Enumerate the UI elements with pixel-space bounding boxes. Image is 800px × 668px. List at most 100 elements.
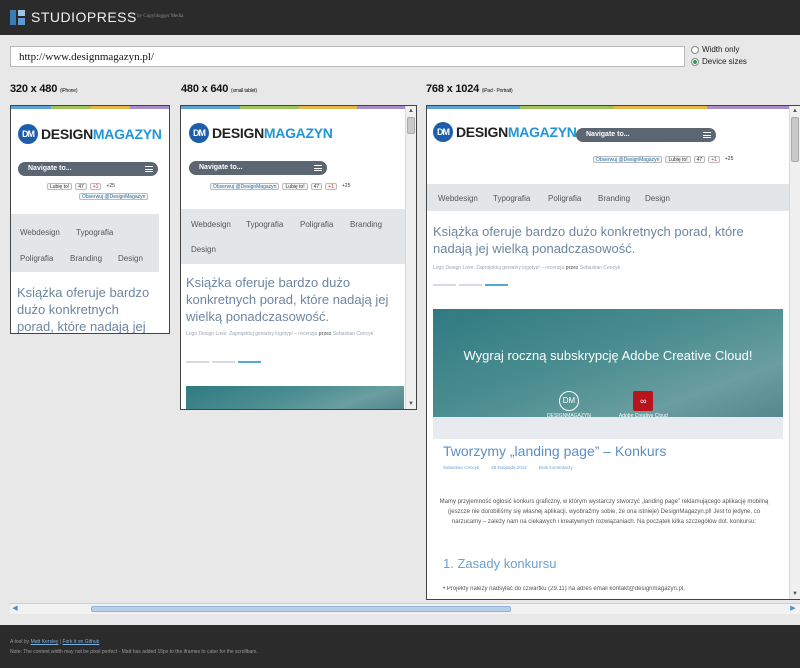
device-name: (small tablet) [231,88,257,94]
device-name: (iPhone) [60,88,78,94]
slider-indicator[interactable] [433,284,508,286]
device-size: 768 x 1024 [426,83,480,95]
banner-logos: DM DESIGNMAGAZYN ∞ Adobe Creative Cloud [547,391,668,419]
radio-dot[interactable] [691,45,699,54]
app-subtitle: by Copyblogger Media [137,14,184,19]
horizontal-scrollbar[interactable]: ◀ ▶ [10,603,800,614]
twitter-follow-button[interactable]: Obserwuj @DesignMagazyn [593,156,663,163]
radio-width-only[interactable]: Width only [691,45,739,54]
site-logo[interactable]: DM DESIGNMAGAZYN [433,122,577,142]
dm-logo-icon: DM [433,122,453,142]
gplus-button[interactable]: +1 [89,183,102,190]
matt-kersley-link[interactable]: Matt Kersley [31,639,59,645]
gplus-button[interactable]: +1 [708,156,720,163]
studiopress-logo-icon [10,10,25,25]
github-link[interactable]: Fork it on Github [62,639,99,645]
site-logo[interactable]: DM DESIGNMAGAZYN [189,123,333,143]
navigate-dropdown[interactable]: Navigate to... [18,162,158,176]
article-lead[interactable]: Książka oferuje bardzo dużo konkretnych … [17,284,157,333]
post-title[interactable]: Tworzymy „landing page” – Konkurs [443,443,666,459]
site-logo-text: DESIGNMAGAZYN [41,126,162,142]
banner-logo-adobe: ∞ Adobe Creative Cloud [619,391,668,419]
post-meta: Sebastian Cencyk 26 listopada 2012 Brak … [443,465,573,470]
device-name: (iPad - Portrait) [481,88,513,94]
article-meta: Logo Design Love: Zaprojektuj genialny l… [186,331,374,337]
post-author[interactable]: Sebastian Cencyk [443,465,479,470]
menu-item-design[interactable]: Design [645,194,670,203]
dm-logo-icon: DM [189,123,209,143]
url-input[interactable] [11,47,684,67]
footer: A tool by Matt Kersley | Fork it on Gith… [0,625,800,668]
radio-label: Width only [702,45,740,54]
like-count: 47 [693,156,706,163]
footer-note: Note: The content width may not be pixel… [10,649,258,655]
footer-credits: A tool by Matt Kersley | Fork it on Gith… [10,639,100,645]
radio-device-sizes[interactable]: Device sizes [691,57,747,66]
menu-item-typografia[interactable]: Typografia [493,194,530,203]
device-size: 320 x 480 [10,83,58,95]
radio-dot-selected[interactable] [691,57,699,66]
social-buttons: Lubię to! 47 +1 +25 [47,183,117,190]
iframe-ipad[interactable]: DM DESIGNMAGAZYN Navigate to... Obserwuj… [426,105,800,600]
social-buttons: Obserwuj @DesignMagazyn Lubię to! 47 +1 … [593,156,735,163]
social-buttons: Obserwuj @DesignMagazyn Lubię to! 47 +1 … [210,183,352,190]
article-lead[interactable]: Książka oferuje bardzo dużo konkretnych … [186,274,404,325]
facebook-like-button[interactable]: Lubię to! [282,183,308,190]
banner-logo-dm: DM DESIGNMAGAZYN [547,391,591,419]
device-label-iphone: 320 x 480 (iPhone) [10,83,78,95]
article-lead[interactable]: Książka oferuje bardzo dużo konkretnych … [433,223,783,257]
navigate-dropdown[interactable]: Navigate to... [189,161,327,175]
app-title[interactable]: STUDIOPRESS [31,9,137,25]
gplus-button[interactable]: +1 [325,183,337,190]
site-logo[interactable]: DM DESIGNMAGAZYN [18,124,162,144]
menu-item-design[interactable]: Design [191,245,216,254]
scroll-up-icon[interactable]: ▲ [790,106,800,116]
site-logo-text: DESIGNMAGAZYN [212,125,333,141]
url-field[interactable] [10,46,685,67]
device-label-small-tablet: 480 x 640 (small tablet) [181,83,257,95]
scroll-thumb[interactable] [791,117,799,162]
gplus-count: +25 [106,183,115,189]
menu-item-webdesign[interactable]: Webdesign [438,194,478,203]
device-label-ipad: 768 x 1024 (iPad - Portrait) [426,83,513,95]
vertical-scrollbar[interactable]: ▲ ▼ [405,106,416,409]
scroll-down-icon[interactable]: ▼ [406,399,416,409]
twitter-follow-button[interactable]: Obserwuj @DesignMagazyn [210,183,280,190]
iframe-iphone[interactable]: DM DESIGNMAGAZYN Navigate to... Lubię to… [10,105,170,334]
promo-banner[interactable] [186,386,404,409]
menu-item-design[interactable]: Design [118,254,143,263]
vertical-scrollbar[interactable]: ▲ ▼ [789,106,800,599]
promo-banner[interactable]: Wygraj roczną subskrypcję Adobe Creative… [433,309,783,439]
scroll-down-icon[interactable]: ▼ [790,589,800,599]
scroll-up-icon[interactable]: ▲ [406,106,416,116]
menu-item-branding[interactable]: Branding [350,220,382,229]
scroll-left-icon[interactable]: ◀ [10,604,20,614]
like-count: 47 [310,183,323,190]
menu-item-poligrafia[interactable]: Poligrafia [548,194,581,203]
scroll-right-icon[interactable]: ▶ [788,604,798,614]
menu-item-webdesign[interactable]: Webdesign [191,220,231,229]
menu-item-poligrafia[interactable]: Poligrafia [300,220,333,229]
navigate-dropdown[interactable]: Navigate to... [576,128,716,142]
scroll-thumb[interactable] [407,117,415,134]
post-comments[interactable]: Brak komentarzy [539,465,573,470]
menu-item-branding[interactable]: Branding [598,194,630,203]
gplus-count: +25 [724,156,734,162]
post-list-item: • Projekty należy nadsyłać do czwartku (… [443,586,685,592]
top-bar: STUDIOPRESS by Copyblogger Media [0,0,800,35]
facebook-like-button[interactable]: Lubię to! [665,156,691,163]
iframe-small-tablet[interactable]: DM DESIGNMAGAZYN Navigate to... Obserwuj… [180,105,417,410]
twitter-follow-button[interactable]: Obserwuj @DesignMagazyn [79,193,149,200]
facebook-like-button[interactable]: Lubię to! [47,183,73,190]
scroll-thumb[interactable] [91,606,511,612]
banner-title: Wygraj roczną subskrypcję Adobe Creative… [463,348,753,363]
post-body: Mamy przyjemność ogłosić konkurs graficz… [439,499,769,525]
menu-item-typografia[interactable]: Typografia [76,228,113,237]
slider-indicator[interactable] [186,361,261,363]
menu-item-branding[interactable]: Branding [70,254,102,263]
menu-item-poligrafia[interactable]: Poligrafia [20,254,53,263]
menu-item-typografia[interactable]: Typografia [246,220,283,229]
menu-icon [703,132,711,138]
menu-item-webdesign[interactable]: Webdesign [20,228,60,237]
site-menu: Webdesign Typografia Poligrafia Branding… [11,214,159,272]
